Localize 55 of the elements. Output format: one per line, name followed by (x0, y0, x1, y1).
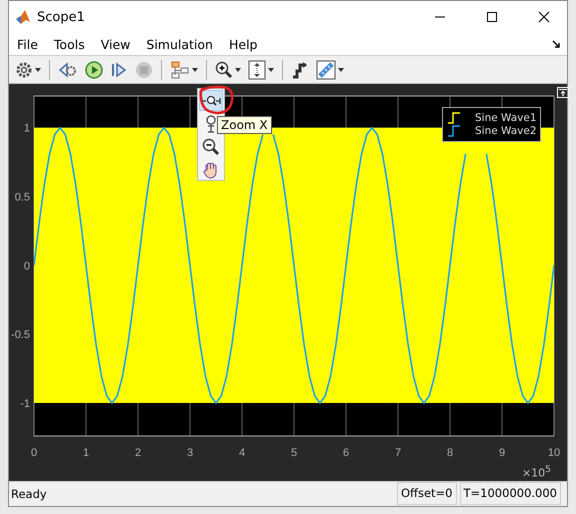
zoom-in-icon (215, 60, 233, 79)
step-back-icon (58, 60, 78, 79)
dock-arrow-icon[interactable] (552, 40, 561, 49)
status-field: T=1000000.000 (460, 482, 561, 506)
x-tick-label: 10 (548, 446, 560, 459)
menu-item[interactable]: Tools (52, 36, 93, 52)
maximize-icon (486, 11, 498, 23)
x-tick-label: 6 (342, 446, 350, 459)
undock-icon[interactable] (557, 86, 569, 98)
menu-item[interactable]: Help (226, 36, 266, 52)
axis-multiplier: ×10$^{5}$ (522, 464, 551, 480)
scale-axes-icon (248, 60, 266, 80)
toolbar-button[interactable] (314, 58, 346, 81)
zoom-y-icon (204, 114, 218, 132)
signal-hierarchy-icon (170, 60, 190, 79)
y-tick-label: 0 (24, 260, 30, 272)
zoom-out-icon (202, 138, 220, 156)
caret-icon (192, 68, 198, 72)
close-icon (538, 11, 550, 23)
toolbar-button[interactable] (246, 58, 276, 81)
y-tick-label: -0.5 (11, 328, 30, 341)
y-tick-label: -1 (20, 398, 30, 410)
x-tick-label: 5 (290, 446, 298, 459)
x-tick-label: 9 (498, 446, 506, 459)
x-tick-label: 0 (30, 446, 38, 459)
window-title: Scope1 (37, 10, 86, 24)
y-tick-label: 0.5 (14, 191, 30, 204)
legend-label: Sine Wave2 (475, 124, 537, 137)
step-forward-icon (110, 60, 128, 79)
x-tick-label: 2 (134, 446, 142, 459)
caret-icon (235, 68, 241, 72)
gear-icon (15, 60, 33, 79)
ruler-icon (316, 60, 336, 80)
stop-icon (135, 60, 153, 79)
status-field: Offset=0 (397, 482, 457, 506)
x-tick-label: 3 (186, 446, 194, 459)
menu-item[interactable]: View (98, 36, 138, 52)
x-tick-label: 7 (394, 446, 402, 459)
caret-icon (268, 68, 274, 72)
zoom-x-icon (201, 94, 221, 106)
caret-icon (338, 68, 344, 72)
run-icon (85, 60, 103, 79)
menu-item[interactable]: Simulation (144, 36, 221, 52)
legend-label: Sine Wave1 (475, 112, 537, 124)
app-logo-icon (15, 9, 31, 25)
menu-item[interactable]: File (15, 36, 46, 52)
x-tick-label: 8 (446, 446, 454, 459)
y-tick-label: 1 (24, 122, 30, 134)
toolbar-button[interactable] (83, 58, 105, 81)
tooltip: Zoom X (217, 116, 272, 134)
highlight-icon (291, 60, 309, 79)
status-message: Ready (10, 486, 48, 501)
x-tick-label: 1 (82, 446, 90, 459)
x-tick-label: 4 (238, 446, 246, 459)
caret-icon (35, 68, 41, 72)
